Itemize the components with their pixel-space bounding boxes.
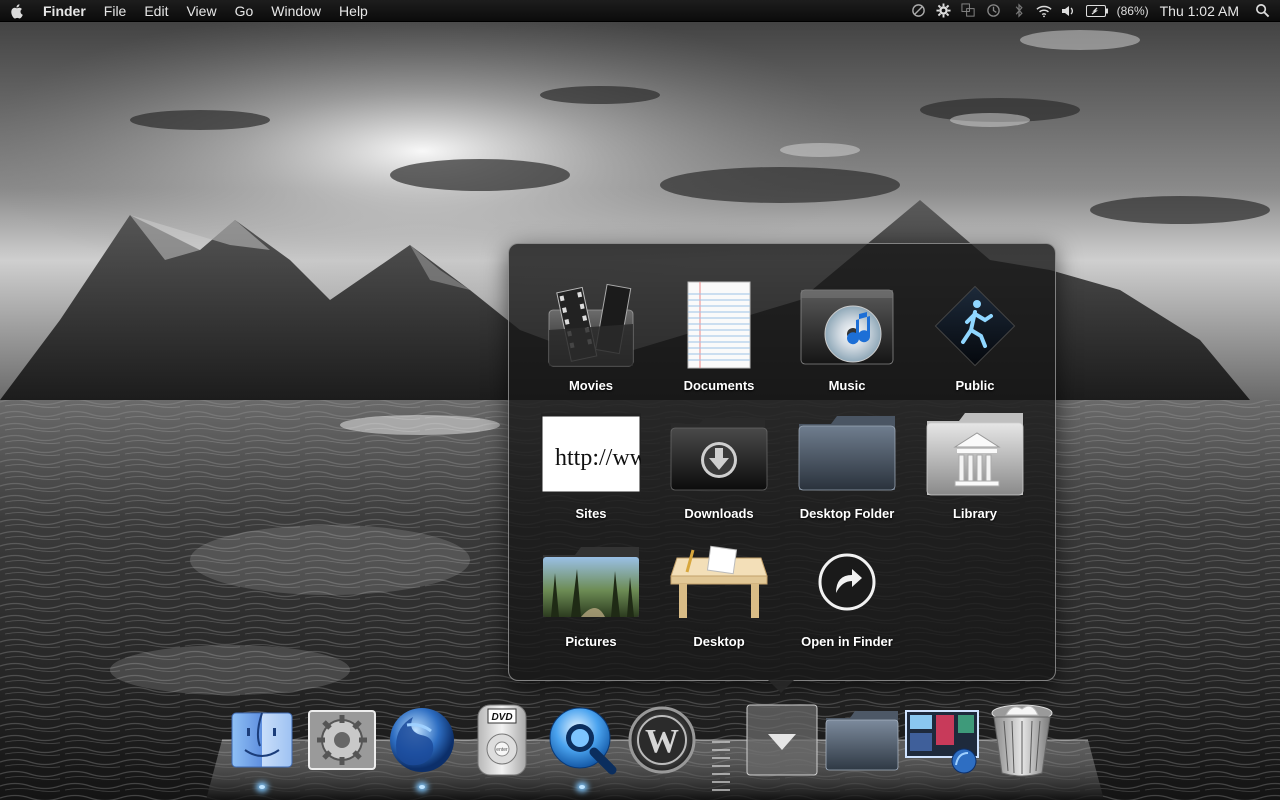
menu-bar: Finder File Edit View Go Window Help (86…	[0, 0, 1280, 22]
stack-item-desktop-folder[interactable]: Desktop Folder	[783, 402, 911, 530]
stack-item-label: Library	[952, 506, 998, 521]
menu-edit[interactable]: Edit	[135, 0, 177, 22]
stack-item-label: Sites	[575, 506, 607, 521]
stack-item-label: Desktop	[693, 634, 745, 649]
dock-item-downloads-stack[interactable]	[744, 700, 820, 780]
menu-help[interactable]: Help	[330, 0, 377, 22]
stack-item-library[interactable]: Library	[911, 402, 1039, 530]
battery-icon[interactable]	[1085, 3, 1108, 19]
stack-item-label: Pictures	[565, 634, 617, 649]
running-indicator	[259, 785, 265, 789]
stack-item-label: Open in Finder	[801, 634, 893, 649]
time-machine-icon[interactable]	[986, 3, 1002, 19]
spaces-icon[interactable]	[961, 3, 977, 19]
stack-item-sites[interactable]: http://www. Sites	[527, 402, 655, 530]
movies-folder-icon	[548, 283, 634, 367]
battery-percent: (86%)	[1116, 3, 1149, 18]
dock-item-folder-stack[interactable]	[824, 700, 900, 780]
documents-icon	[687, 281, 751, 369]
menu-clock[interactable]: Thu 1:02 AM	[1160, 3, 1239, 19]
stack-item-downloads[interactable]: Downloads	[655, 402, 783, 530]
stack-item-desktop[interactable]: Desktop	[655, 530, 783, 658]
sites-preview-text: http://www.	[555, 445, 641, 471]
apple-logo-icon	[11, 3, 23, 19]
volume-icon[interactable]	[1061, 3, 1077, 19]
screenshot-stack-icon	[905, 710, 979, 774]
finder-icon	[231, 712, 293, 768]
dock-item-firefox[interactable]	[384, 700, 460, 789]
dock-item-screenshot-stack[interactable]	[904, 700, 980, 780]
dvd-remote-text: enter	[496, 747, 508, 753]
menu-go[interactable]: Go	[226, 0, 263, 22]
system-preferences-icon	[308, 710, 376, 770]
stack-item-movies[interactable]: Movies	[527, 274, 655, 402]
stack-item-label: Public	[955, 378, 995, 393]
dvd-badge-text: DVD	[491, 712, 512, 723]
sites-folder-icon: http://www.	[541, 413, 641, 495]
wow-badge-text: W	[645, 723, 679, 760]
dvd-player-icon: DVD enter	[477, 704, 527, 776]
dock-item-finder[interactable]	[224, 700, 300, 789]
bluetooth-icon[interactable]	[1011, 3, 1027, 19]
stack-item-label: Documents	[683, 378, 755, 393]
world-of-warcraft-icon: W	[628, 706, 696, 774]
apple-menu[interactable]	[0, 3, 34, 19]
stack-item-label: Movies	[568, 378, 614, 393]
wifi-icon[interactable]	[1036, 3, 1052, 19]
desktop-table-icon	[670, 545, 768, 618]
menu-window[interactable]: Window	[262, 0, 330, 22]
dock-item-dvd-player[interactable]: DVD enter	[464, 700, 540, 780]
stack-item-label: Music	[828, 378, 866, 393]
stack-item-pictures[interactable]: Pictures	[527, 530, 655, 658]
trash-icon	[991, 704, 1053, 777]
stack-item-label: Downloads	[684, 506, 754, 521]
stack-item-open-in-finder[interactable]: Open in Finder	[783, 530, 911, 658]
stack-popup-pointer	[768, 680, 794, 693]
menu-view[interactable]: View	[177, 0, 225, 22]
pictures-folder-icon	[543, 547, 639, 617]
running-indicator	[419, 785, 425, 789]
sync-icon[interactable]	[911, 3, 927, 19]
open-in-finder-arrow-icon	[818, 553, 876, 611]
downloads-folder-icon	[670, 418, 768, 491]
dock-item-system-preferences[interactable]	[304, 700, 380, 780]
gear-icon[interactable]	[936, 3, 952, 19]
stack-item-documents[interactable]: Documents	[655, 274, 783, 402]
desktop-folder-icon	[798, 416, 896, 491]
quicktime-icon	[549, 707, 617, 775]
stack-item-public[interactable]: Public	[911, 274, 1039, 402]
stack-item-music[interactable]: Music	[783, 274, 911, 402]
menu-file[interactable]: File	[95, 0, 136, 22]
downloads-stack-icon	[746, 704, 818, 776]
folder-stack-icon	[825, 711, 899, 771]
running-indicator	[579, 785, 585, 789]
public-folder-icon	[934, 285, 1016, 367]
stack-item-label: Desktop Folder	[799, 506, 895, 521]
spotlight-search-icon[interactable]	[1254, 3, 1270, 19]
dock-item-world-of-warcraft[interactable]: W	[624, 700, 700, 780]
firefox-icon	[390, 708, 454, 772]
music-folder-icon	[800, 289, 894, 365]
dock-item-quicktime[interactable]	[544, 700, 620, 789]
dock-item-trash[interactable]	[984, 700, 1060, 780]
stack-grid-popup: Movies Documents Music Public http://ww …	[508, 243, 1056, 681]
menu-finder[interactable]: Finder	[34, 0, 95, 22]
library-folder-icon	[926, 413, 1024, 496]
